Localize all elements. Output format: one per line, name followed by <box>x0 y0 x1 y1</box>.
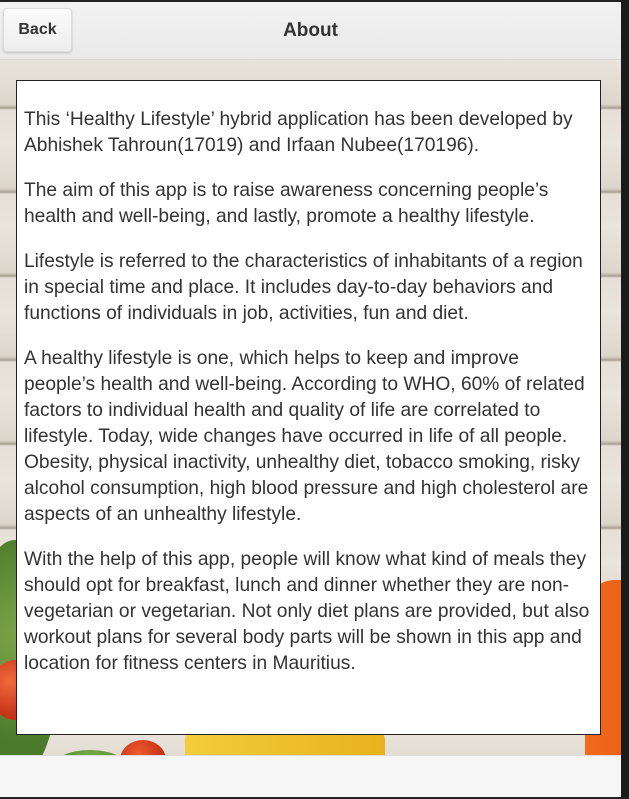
about-paragraph: With the help of this app, people will k… <box>24 549 590 674</box>
header-bar: About Back <box>0 0 621 60</box>
about-paragraph: The aim of this app is to raise awarenes… <box>24 180 549 227</box>
back-button[interactable]: Back <box>3 8 72 52</box>
page-title: About <box>283 20 338 41</box>
about-paragraph: This ‘Healthy Lifestyle’ hybrid applicat… <box>24 109 573 156</box>
tomato-decoration <box>120 740 166 755</box>
about-paragraph: Lifestyle is referred to the characteris… <box>24 251 583 324</box>
about-paragraph: A healthy lifestyle is one, which helps … <box>24 348 589 525</box>
app-screen: About Back This ‘Healthy Lifestyle’ hybr… <box>0 0 621 799</box>
footer-bar <box>0 755 621 798</box>
about-content: This ‘Healthy Lifestyle’ hybrid applicat… <box>16 80 601 735</box>
